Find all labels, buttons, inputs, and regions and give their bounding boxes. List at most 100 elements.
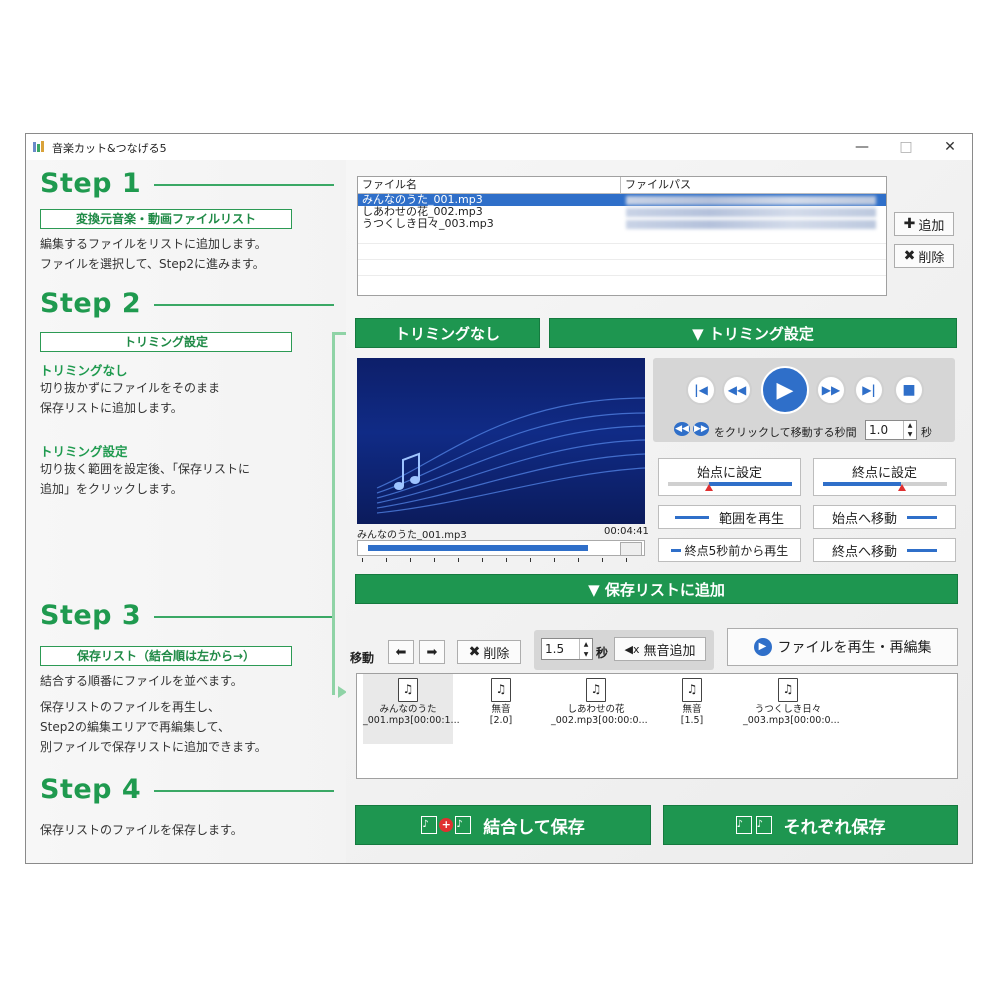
play-from-end-button[interactable]: 終点5秒前から再生 — [658, 538, 801, 562]
play-range-button[interactable]: 範囲を再生 — [658, 505, 801, 529]
window-title: 音楽カット&つなげる5 — [52, 142, 167, 155]
add-file-button[interactable]: ✚ 追加 — [894, 212, 954, 236]
trimming-set-description: 切り抜く範囲を設定後、「保存リストに 追加」をクリックします。 — [40, 462, 251, 496]
spin-up-icon: ▲ — [907, 422, 913, 429]
file-name: しあわせの花_002.mp3 — [362, 206, 483, 218]
spin-down-icon: ▼ — [583, 650, 589, 658]
add-to-savelist-button[interactable]: ▼ 保存リストに追加 — [355, 574, 958, 604]
file-row[interactable]: うつくしき日々_003.mp3 — [358, 218, 886, 230]
source-file-list[interactable]: ファイル名 ファイルパス みんなのうた_001.mp3 しあわせの花_002.m… — [357, 176, 887, 296]
row-gridline — [358, 259, 886, 260]
seek-bar[interactable] — [357, 540, 645, 556]
list-item[interactable]: ♫ しあわせの花 _002.mp3[00:00:0... — [551, 674, 648, 744]
rewind-icon[interactable]: ◀◀ — [722, 375, 752, 405]
step4-divider — [154, 790, 334, 792]
seek-ticks — [362, 558, 642, 562]
row-gridline — [358, 275, 886, 276]
step1-section-label: 変換元音楽・動画ファイルリスト — [40, 209, 292, 229]
title-bar: 音楽カット&つなげる5 — □ ✕ — [26, 134, 972, 160]
track-duration: 00:04:41 — [604, 526, 649, 537]
video-preview — [357, 358, 645, 524]
music-file-icon: ♪ — [455, 816, 472, 834]
music-file-icon: ♪ — [755, 816, 772, 834]
trimming-none-heading: トリミングなし — [40, 363, 128, 378]
list-item[interactable]: ♫ みんなのうた _001.mp3[00:00:1... — [363, 674, 460, 744]
delete-file-button[interactable]: ✖ 削除 — [894, 244, 954, 268]
row-gridline — [358, 243, 886, 244]
move-right-button[interactable]: ➡ — [419, 640, 445, 664]
step4-description: 保存リストのファイルを保存します。 — [40, 823, 243, 837]
file-name: みんなのうた_001.mp3 — [362, 194, 483, 206]
file-row[interactable]: みんなのうた_001.mp3 — [358, 194, 886, 206]
step3-description-1: 結合する順番にファイルを並べます。 — [40, 674, 243, 688]
merge-save-button[interactable]: ♪ + ♪ 結合して保存 — [355, 805, 651, 845]
file-list-header: ファイル名 ファイルパス — [358, 177, 886, 194]
play-circle-icon: ▶ — [753, 638, 772, 656]
step3-divider — [154, 616, 334, 618]
silence-seconds-spinner[interactable]: 1.5 ▲ ▼ — [541, 638, 593, 660]
set-end-button[interactable]: 終点に設定 — [813, 458, 956, 496]
seek-unit: 秒 — [921, 426, 932, 439]
music-note-icon — [394, 452, 420, 490]
arrow-left-icon: ⬅ — [395, 644, 407, 660]
step3-section-label: 保存リスト（結合順は左から→） — [40, 646, 292, 666]
add-silence-button[interactable]: ◀x 無音追加 — [614, 637, 706, 661]
music-file-icon: ♪ — [735, 816, 752, 834]
seek-bar-fill — [368, 545, 588, 551]
seek-bar-thumb[interactable] — [620, 542, 642, 556]
save-list[interactable]: ♫ みんなのうた _001.mp3[00:00:1... ♫ 無音 [2.0] … — [356, 673, 958, 779]
music-file-icon: ♫ — [586, 678, 606, 702]
goto-start-icon — [907, 515, 937, 519]
step2-section-label: トリミング設定 — [40, 332, 292, 352]
list-item[interactable]: ♫ 無音 [2.0] — [456, 674, 546, 744]
seek-hint-text: をクリックして移動する秒間 — [714, 426, 857, 439]
start-slider-range — [709, 482, 792, 486]
mute-icon: ◀x — [624, 642, 640, 656]
merge-files-icon: ♪ — [421, 816, 438, 834]
x-icon: ✖ — [468, 644, 481, 660]
music-file-icon: ♫ — [778, 678, 798, 702]
move-left-button[interactable]: ⬅ — [388, 640, 414, 664]
x-icon: ✖ — [903, 248, 916, 264]
stop-icon[interactable]: ■ — [894, 375, 924, 405]
music-wave-artwork — [376, 397, 645, 514]
seek-hint-icons: ◀◀ ▶▶ — [674, 422, 709, 436]
file-path-redacted — [626, 220, 876, 229]
move-label: 移動 — [350, 651, 375, 665]
skip-to-start-icon[interactable]: |◀ — [686, 375, 716, 405]
trimming-settings-button[interactable]: ▼ トリミング設定 — [549, 318, 957, 348]
goto-end-button[interactable]: 終点へ移動 — [813, 538, 956, 562]
end-slider-thumb[interactable] — [898, 484, 906, 491]
maximize-button[interactable]: □ — [884, 134, 928, 160]
music-file-icon: ♫ — [682, 678, 702, 702]
fast-forward-icon[interactable]: ▶▶ — [816, 375, 846, 405]
column-header-filename[interactable]: ファイル名 — [358, 177, 621, 193]
step2-title: Step 2 — [40, 288, 142, 319]
step3-description-2: 保存リストのファイルを再生し、 Step2の編集エリアで再編集して、 別ファイル… — [40, 700, 267, 754]
play-icon[interactable]: ▶ — [761, 366, 809, 414]
app-logo-icon — [33, 141, 44, 152]
savelist-delete-button[interactable]: ✖ 削除 — [457, 640, 521, 664]
separate-save-button[interactable]: ♪ ♪ それぞれ保存 — [663, 805, 958, 845]
skip-to-end-icon[interactable]: ▶| — [854, 375, 884, 405]
column-header-filepath[interactable]: ファイルパス — [621, 177, 886, 193]
no-trimming-button[interactable]: トリミングなし — [355, 318, 540, 348]
spin-up-icon: ▲ — [583, 640, 589, 648]
step2-divider — [154, 304, 334, 306]
close-button[interactable]: ✕ — [928, 134, 972, 160]
file-row[interactable]: しあわせの花_002.mp3 — [358, 206, 886, 218]
minimize-button[interactable]: — — [840, 134, 884, 160]
music-file-icon: ♫ — [491, 678, 511, 702]
start-slider-thumb[interactable] — [705, 484, 713, 491]
step1-description: 編集するファイルをリストに追加します。 ファイルを選択して、Step2に進みます… — [40, 237, 267, 271]
current-filename: みんなのうた_001.mp3 — [357, 530, 467, 541]
goto-start-button[interactable]: 始点へ移動 — [813, 505, 956, 529]
arrow-right-icon: ➡ — [426, 644, 438, 660]
set-start-button[interactable]: 始点に設定 — [658, 458, 801, 496]
list-item[interactable]: ♫ 無音 [1.5] — [647, 674, 737, 744]
play-reedit-button[interactable]: ▶ ファイルを再生・再編集 — [727, 628, 958, 666]
spin-down-icon: ▼ — [907, 431, 913, 438]
silence-unit: 秒 — [596, 646, 609, 660]
seek-seconds-spinner[interactable]: 1.0 ▲ ▼ — [865, 420, 917, 440]
list-item[interactable]: ♫ うつくしき日々 _003.mp3[00:00:0... — [743, 674, 840, 744]
